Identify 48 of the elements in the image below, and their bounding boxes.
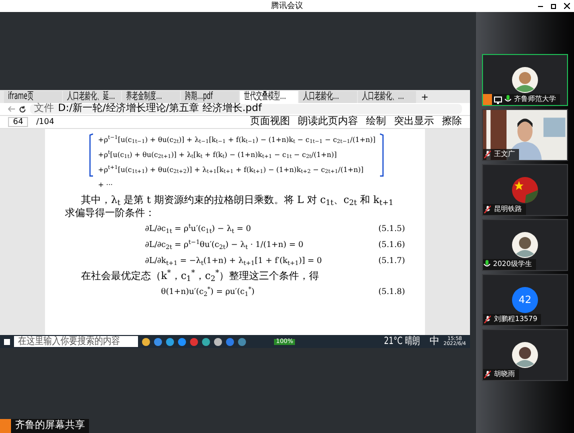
browser-tab[interactable]: 人口老龄化、… xyxy=(358,91,416,103)
ink-bracket-drawing xyxy=(89,133,94,177)
address-url: D:/新一轮/经济增长理论/第五章 经济增长.pdf xyxy=(58,104,262,114)
share-label-text: 齐鲁的屏幕共享 xyxy=(15,421,85,431)
avatar xyxy=(512,232,538,258)
avatar xyxy=(512,177,538,203)
avatar: 42 xyxy=(512,287,538,313)
start-icon[interactable] xyxy=(4,338,10,344)
new-tab-button[interactable]: + xyxy=(417,94,433,103)
muted-mic-icon xyxy=(483,370,492,379)
muted-mic-icon xyxy=(483,150,492,159)
equation: ∂L/∂c$_{1t}$ = ρ$^{t}$u′(c$_{1t}$) − λ$_{t}$ = 0 xyxy=(145,222,252,236)
browser-tab[interactable]: 跨期…pdf xyxy=(181,91,239,103)
paragraph: 在社会最优定态（k$^{*}$，c$_{1}$$^{*}$，c$_{2}$$^{*}$）整理这三个条件，得 xyxy=(80,270,320,283)
address-bar[interactable]: 文件 D:/新一轮/经济增长理论/第五章 经济增长.pdf xyxy=(30,104,462,114)
equation: ∂L/∂k$_{t+1}$ = −λ$_{t}$(1+n) + λ$_{t+1}$[1 + f′(k$_{t+1}$)] = 0 xyxy=(145,255,322,268)
equation: θ(1+n)u′(c$_{2}$$^{*}$) = ρu′(c$_{1}$$^{*}$) xyxy=(161,285,255,299)
avatar xyxy=(512,67,538,93)
host-icon xyxy=(0,419,11,433)
equation-number: (5.1.5) xyxy=(378,223,405,235)
page-number-field[interactable]: 64 xyxy=(8,117,28,127)
browser-tab[interactable]: iframe页 xyxy=(4,91,62,103)
browser-tab[interactable]: 人口老龄化、延… xyxy=(63,91,121,103)
weather-text: 21°C 晴朗 xyxy=(384,336,420,346)
paragraph: 其中，λ$_{t}$ 是第 t 期资源约束的拉格朗日乘数。将 L 对 c$_{1t}$、c$_{2t}$ 和 k$_{t+1}$ 求偏导得一阶条件： xyxy=(65,194,394,220)
equation-number: (5.1.8) xyxy=(378,286,405,298)
browser-tab[interactable]: 人口老龄化… xyxy=(299,91,357,103)
ink-bracket-drawing xyxy=(379,133,384,177)
toolbar-button[interactable]: 朗读此页内容 xyxy=(298,117,358,127)
close-icon[interactable] xyxy=(564,3,570,9)
equation-number: (5.1.7) xyxy=(378,255,405,267)
taskbar-search-field[interactable]: 在这里输入你要搜索的内容 xyxy=(14,336,138,347)
address-scheme: 文件 xyxy=(34,104,54,114)
refresh-icon[interactable] xyxy=(19,106,26,112)
equation: ∂L/∂c$_{2t}$ = ρ$^{t−1}$θu′(c$_{2t}$) − λ$_{t}$ · 1/(1+n) = 0 xyxy=(145,238,304,252)
maximize-icon[interactable] xyxy=(551,4,556,8)
toolbar-button[interactable]: 页面视图 xyxy=(250,117,290,127)
avatar xyxy=(512,342,538,368)
muted-mic-icon xyxy=(483,315,492,324)
screen-share-icon xyxy=(494,96,502,104)
page-count: /104 xyxy=(36,118,54,126)
toolbar-button[interactable]: 突出显示 xyxy=(394,117,434,127)
ime-indicator[interactable]: 中 xyxy=(430,336,440,346)
equation-number: (5.1.6) xyxy=(378,239,405,251)
toolbar-button[interactable]: 擦除 xyxy=(442,117,462,127)
muted-mic-icon xyxy=(483,205,492,214)
toolbar-button[interactable]: 绘制 xyxy=(366,117,386,127)
window-title: 腾讯会议 xyxy=(271,2,303,10)
